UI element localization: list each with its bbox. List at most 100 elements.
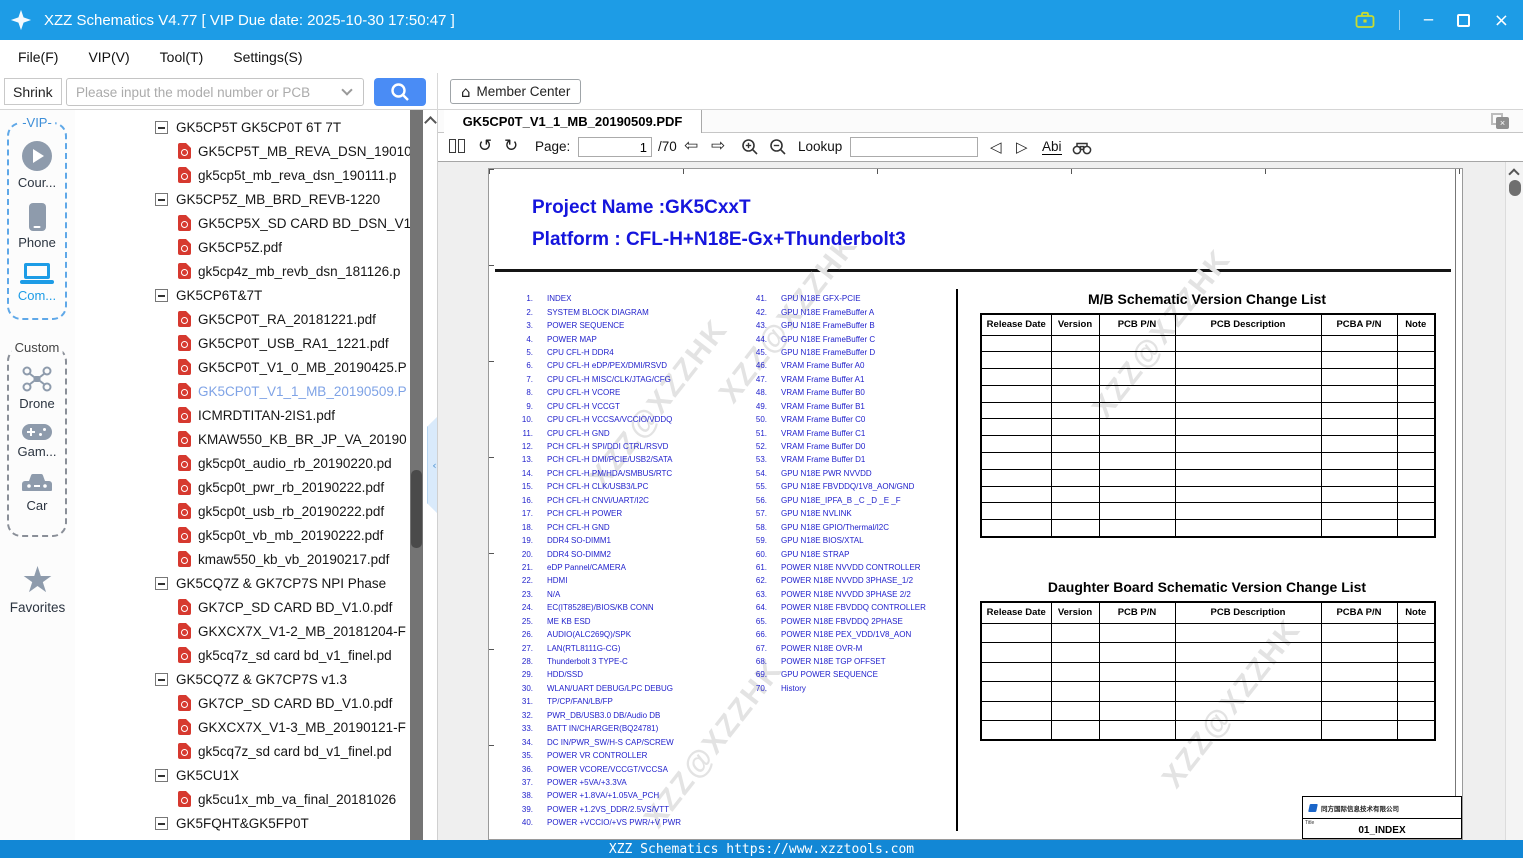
- tree-file-row[interactable]: kmaw550_kb_vb_20190217.pdf: [75, 547, 410, 571]
- index-entry[interactable]: 33. BATT IN/CHARGER(BQ24781): [507, 722, 681, 735]
- pdf-scrollbar[interactable]: [1505, 162, 1523, 840]
- tree-file-row[interactable]: gk5cq7z_sd card bd_v1_finel.pd: [75, 643, 410, 667]
- tree-scrollbar-thumb[interactable]: [411, 470, 422, 548]
- tree-group-row[interactable]: GK5FQHT&GK5FP0T: [75, 811, 410, 835]
- index-entry[interactable]: 52. VRAM Frame Buffer D0: [741, 440, 926, 453]
- sidebar-item-computer[interactable]: Com...: [18, 263, 56, 303]
- tree-file-row[interactable]: GK5CP0T_V1_0_MB_20190425.P: [75, 355, 410, 379]
- index-entry[interactable]: 37. POWER +5VA/+3.3VA: [507, 776, 681, 789]
- index-entry[interactable]: 26. AUDIO(ALC269Q)/SPK: [507, 628, 681, 641]
- index-entry[interactable]: 27. LAN(RTL8111G-CG): [507, 641, 681, 654]
- index-entry[interactable]: 9. CPU CFL-H VCCGT: [507, 400, 681, 413]
- tree-file-row[interactable]: gk5cp5t_mb_reva_dsn_190111.p: [75, 163, 410, 187]
- index-entry[interactable]: 48. VRAM Frame Buffer B0: [741, 386, 926, 399]
- sidebar-item-course[interactable]: Cour...: [18, 141, 56, 190]
- index-entry[interactable]: 15. PCH CFL-H CLK/USB3/LPC: [507, 480, 681, 493]
- menu-tool[interactable]: Tool(T): [160, 49, 204, 65]
- index-entry[interactable]: 50. VRAM Frame Buffer C0: [741, 413, 926, 426]
- search-button[interactable]: [374, 78, 426, 106]
- page-forward-icon[interactable]: ⇨: [711, 136, 725, 156]
- pdf-scrollbar-thumb[interactable]: [1509, 180, 1521, 196]
- tree-file-row[interactable]: gk5cp4z_mb_revb_dsn_181126.p: [75, 259, 410, 283]
- index-entry[interactable]: 19. DDR4 SO-DIMM1: [507, 534, 681, 547]
- collapse-minus-icon[interactable]: [155, 816, 168, 830]
- tree-group-row[interactable]: GK5CU1X: [75, 763, 410, 787]
- index-entry[interactable]: 18. PCH CFL-H GND: [507, 520, 681, 533]
- index-entry[interactable]: 28. Thunderbolt 3 TYPE-C: [507, 655, 681, 668]
- tree-file-row[interactable]: GK5CP0T_USB_RA1_1221.pdf: [75, 331, 410, 355]
- tree-file-row[interactable]: GK5CP5T_MB_REVA_DSN_19010: [75, 139, 410, 163]
- page-number-input[interactable]: [578, 137, 652, 157]
- menu-file[interactable]: File(F): [18, 49, 58, 65]
- tree-file-row[interactable]: GKXCX7X_V1-2_MB_20181204-F: [75, 619, 410, 643]
- tree-file-row[interactable]: ICMRDTITAN-2IS1.pdf: [75, 403, 410, 427]
- tree-file-row[interactable]: gk5cp0t_usb_rb_20190222.pdf: [75, 499, 410, 523]
- chevron-down-icon[interactable]: [341, 84, 353, 96]
- index-entry[interactable]: 39. POWER +1.2VS_DDR/2.5VS/VTT: [507, 803, 681, 816]
- sidebar-item-phone[interactable]: Phone: [18, 203, 56, 250]
- briefcase-icon[interactable]: [1355, 11, 1375, 29]
- collapse-minus-icon[interactable]: [155, 768, 168, 782]
- index-entry[interactable]: 10. CPU CFL-H VCCSA/VCCIO/VDDQ: [507, 413, 681, 426]
- index-entry[interactable]: 8. CPU CFL-H VCORE: [507, 386, 681, 399]
- index-entry[interactable]: 70. History: [741, 682, 926, 695]
- page-back-icon[interactable]: ⇦: [684, 136, 698, 156]
- index-entry[interactable]: 54. GPU N18E PWR NVVDD: [741, 467, 926, 480]
- tree-file-row[interactable]: GKXCX7X_V1-3_MB_20190121-F: [75, 715, 410, 739]
- index-entry[interactable]: 1. INDEX: [507, 292, 681, 305]
- shrink-button[interactable]: Shrink: [4, 78, 62, 105]
- index-entry[interactable]: 4. POWER MAP: [507, 332, 681, 345]
- lookup-input[interactable]: [850, 137, 978, 157]
- tree-group-row[interactable]: GK5CQ7Z & GK7CP7S v1.3: [75, 667, 410, 691]
- index-entry[interactable]: 42. GPU N18E FrameBuffer A: [741, 305, 926, 318]
- pdf-scroll-up-icon[interactable]: [1508, 168, 1520, 180]
- tree-group-row[interactable]: GK5CP5T GK5CP0T 6T 7T: [75, 115, 410, 139]
- tree-file-row[interactable]: gk5cp0t_audio_rb_20190220.pd: [75, 451, 410, 475]
- index-entry[interactable]: 55. GPU N18E FBVDDQ/1V8_AON/GND: [741, 480, 926, 493]
- index-entry[interactable]: 40. POWER +VCCIO/+VS PWR/+V PWR: [507, 816, 681, 829]
- index-entry[interactable]: 62. POWER N18E NVVDD 3PHASE_1/2: [741, 574, 926, 587]
- index-entry[interactable]: 67. POWER N18E OVR-M: [741, 641, 926, 654]
- tree-file-row[interactable]: GK7CP_SD CARD BD_V1.0.pdf: [75, 691, 410, 715]
- document-tab[interactable]: GK5CP0T_V1_1_MB_20190509.PDF: [444, 110, 702, 133]
- index-entry[interactable]: 2. SYSTEM BLOCK DIAGRAM: [507, 305, 681, 318]
- index-entry[interactable]: 68. POWER N18E TGP OFFSET: [741, 655, 926, 668]
- index-entry[interactable]: 59. GPU N18E BIOS/XTAL: [741, 534, 926, 547]
- index-entry[interactable]: 66. POWER N18E PEX_VDD/1V8_AON: [741, 628, 926, 641]
- index-entry[interactable]: 46. VRAM Frame Buffer A0: [741, 359, 926, 372]
- menu-vip[interactable]: VIP(V): [88, 49, 129, 65]
- close-button[interactable]: ×: [1494, 10, 1509, 31]
- index-entry[interactable]: 47. VRAM Frame Buffer A1: [741, 373, 926, 386]
- collapse-minus-icon[interactable]: [155, 192, 168, 206]
- tree-group-row[interactable]: GK5CP5Z_MB_BRD_REVB-1220: [75, 187, 410, 211]
- collapse-minus-icon[interactable]: [155, 288, 168, 302]
- index-entry[interactable]: 13. PCH CFL-H DMI/PCIE/USB2/SATA: [507, 453, 681, 466]
- index-entry[interactable]: 69. GPU POWER SEQUENCE: [741, 668, 926, 681]
- find-next-icon[interactable]: ▷: [1016, 138, 1028, 156]
- tree-file-row[interactable]: gk5cq7z_sd card bd_v1_finel.pd: [75, 739, 410, 763]
- tree-file-row[interactable]: gk5cp0t_pwr_rb_20190222.pdf: [75, 475, 410, 499]
- index-entry[interactable]: 32. PWR_DB/USB3.0 DB/Audio DB: [507, 709, 681, 722]
- sidebar-item-drone[interactable]: Drone: [19, 366, 55, 411]
- index-entry[interactable]: 60. GPU N18E STRAP: [741, 547, 926, 560]
- close-document-button[interactable]: ×: [1491, 113, 1509, 129]
- collapse-minus-icon[interactable]: [155, 672, 168, 686]
- rotate-right-icon[interactable]: ↻: [504, 136, 518, 156]
- tree-file-row[interactable]: GK5CP0T_V1_1_MB_20190509.P: [75, 379, 410, 403]
- maximize-button[interactable]: [1456, 13, 1470, 27]
- tree-file-row[interactable]: KMAW550_KB_BR_JP_VA_20190: [75, 427, 410, 451]
- index-entry[interactable]: 21. eDP Pannel/CAMERA: [507, 561, 681, 574]
- index-entry[interactable]: 35. POWER VR CONTROLLER: [507, 749, 681, 762]
- index-entry[interactable]: 30. WLAN/UART DEBUG/LPC DEBUG: [507, 682, 681, 695]
- index-entry[interactable]: 57. GPU N18E NVLINK: [741, 507, 926, 520]
- index-entry[interactable]: 7. CPU CFL-H MISC/CLK/JTAG/CFG: [507, 373, 681, 386]
- index-entry[interactable]: 44. GPU N18E FrameBuffer C: [741, 332, 926, 345]
- index-entry[interactable]: 22. HDMI: [507, 574, 681, 587]
- tree-scroll-up-icon[interactable]: [424, 116, 437, 129]
- index-entry[interactable]: 45. GPU N18E FrameBuffer D: [741, 346, 926, 359]
- index-entry[interactable]: 25. ME KB ESD: [507, 615, 681, 628]
- tree-group-row[interactable]: GK5CP6T&7T: [75, 283, 410, 307]
- index-entry[interactable]: 24. EC(IT8528E)/BIOS/KB CONN: [507, 601, 681, 614]
- index-entry[interactable]: 38. POWER +1.8VA/+1.05VA_PCH: [507, 789, 681, 802]
- index-entry[interactable]: 64. POWER N18E FBVDDQ CONTROLLER: [741, 601, 926, 614]
